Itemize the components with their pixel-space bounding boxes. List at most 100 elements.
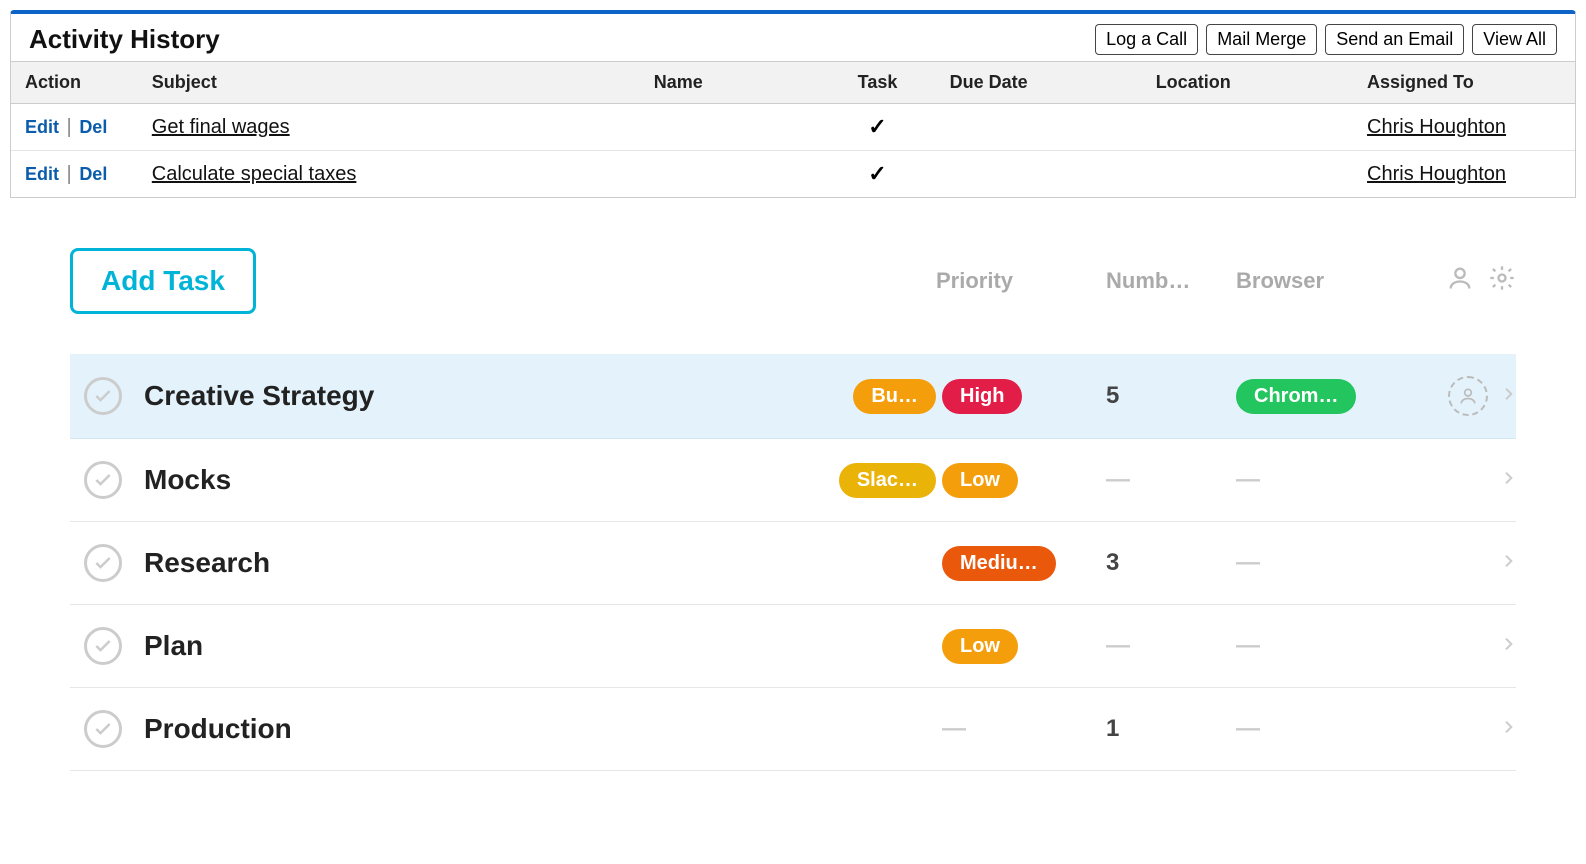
- task-column-headers: Priority Numb… Browser: [936, 264, 1516, 298]
- activity-history-header: Activity History Log a Call Mail Merge S…: [11, 14, 1575, 61]
- browser-cell: —: [1236, 549, 1426, 577]
- task-list-header: Add Task Priority Numb… Browser: [70, 248, 1516, 354]
- location-cell: [1142, 151, 1353, 198]
- empty-dash: —: [1236, 549, 1260, 577]
- assignee-link[interactable]: Chris Houghton: [1367, 116, 1506, 138]
- browser-cell: —: [1236, 715, 1426, 743]
- col-action: Action: [11, 62, 138, 104]
- name-cell: [640, 104, 820, 151]
- log-a-call-button[interactable]: Log a Call: [1095, 24, 1198, 55]
- priority-cell: —: [936, 715, 1106, 743]
- priority-cell: Low: [936, 463, 1106, 498]
- complete-toggle[interactable]: [84, 627, 122, 665]
- task-title[interactable]: Plan: [144, 630, 816, 662]
- empty-dash: —: [942, 715, 966, 743]
- chevron-right-icon[interactable]: [1500, 470, 1516, 491]
- row-end: [1426, 553, 1516, 574]
- task-title[interactable]: Research: [144, 547, 816, 579]
- task-list-panel: Add Task Priority Numb… Browser Creative…: [10, 248, 1576, 771]
- gear-icon[interactable]: [1488, 264, 1516, 298]
- panel-actions: Log a Call Mail Merge Send an Email View…: [1095, 24, 1557, 55]
- add-task-button[interactable]: Add Task: [70, 248, 256, 314]
- chevron-right-icon[interactable]: [1500, 386, 1516, 407]
- empty-dash: —: [1236, 632, 1260, 660]
- chevron-right-icon[interactable]: [1500, 636, 1516, 657]
- tag-pill[interactable]: Bu…: [853, 379, 936, 414]
- task-title[interactable]: Mocks: [144, 464, 816, 496]
- col-task: Task: [819, 62, 935, 104]
- row-end: [1426, 719, 1516, 740]
- check-icon: ✓: [833, 161, 921, 187]
- check-icon: ✓: [833, 114, 921, 140]
- number-cell: 5: [1106, 382, 1236, 410]
- priority-cell: Low: [936, 629, 1106, 664]
- task-row[interactable]: Plan Low — —: [70, 605, 1516, 688]
- due-date-cell: [936, 151, 1142, 198]
- priority-pill[interactable]: Mediu…: [942, 546, 1056, 581]
- task-row[interactable]: Creative Strategy Bu…High 5Chrom…: [70, 354, 1516, 439]
- task-tag-cell: Bu…: [816, 379, 936, 414]
- task-row[interactable]: Research Mediu… 3—: [70, 522, 1516, 605]
- send-an-email-button[interactable]: Send an Email: [1325, 24, 1464, 55]
- empty-dash: —: [1106, 632, 1130, 659]
- separator: |: [61, 116, 77, 138]
- header-priority[interactable]: Priority: [936, 268, 1106, 294]
- person-icon[interactable]: [1446, 264, 1474, 298]
- priority-pill[interactable]: Low: [942, 463, 1018, 498]
- col-assigned: Assigned To: [1353, 62, 1575, 104]
- separator: |: [61, 163, 77, 185]
- edit-link[interactable]: Edit: [25, 117, 59, 137]
- chevron-right-icon[interactable]: [1500, 719, 1516, 740]
- task-title[interactable]: Production: [144, 713, 816, 745]
- task-row[interactable]: Mocks Slac…Low — —: [70, 439, 1516, 522]
- task-row[interactable]: Production—1—: [70, 688, 1516, 771]
- number-cell: —: [1106, 632, 1236, 660]
- browser-pill[interactable]: Chrom…: [1236, 379, 1356, 414]
- col-location: Location: [1142, 62, 1353, 104]
- delete-link[interactable]: Del: [79, 117, 107, 137]
- number-cell: 3: [1106, 549, 1236, 577]
- edit-link[interactable]: Edit: [25, 164, 59, 184]
- browser-cell: —: [1236, 632, 1426, 660]
- activity-history-table: Action Subject Name Task Due Date Locati…: [11, 61, 1575, 197]
- assignee-placeholder-icon[interactable]: [1448, 376, 1488, 416]
- complete-toggle[interactable]: [84, 461, 122, 499]
- panel-title: Activity History: [29, 24, 220, 55]
- view-all-button[interactable]: View All: [1472, 24, 1557, 55]
- col-name: Name: [640, 62, 820, 104]
- header-browser[interactable]: Browser: [1236, 268, 1426, 294]
- priority-pill[interactable]: High: [942, 379, 1022, 414]
- col-due-date: Due Date: [936, 62, 1142, 104]
- delete-link[interactable]: Del: [79, 164, 107, 184]
- task-title[interactable]: Creative Strategy: [144, 380, 816, 412]
- number-cell: 1: [1106, 715, 1236, 743]
- location-cell: [1142, 104, 1353, 151]
- task-tag-cell: Slac…: [816, 463, 936, 498]
- tag-pill[interactable]: Slac…: [839, 463, 936, 498]
- number-cell: —: [1106, 466, 1236, 494]
- empty-dash: —: [1236, 715, 1260, 743]
- header-number[interactable]: Numb…: [1106, 268, 1236, 294]
- complete-toggle[interactable]: [84, 377, 122, 415]
- row-end: [1426, 470, 1516, 491]
- table-row: Edit | Del Get final wages ✓ Chris Houghton: [11, 104, 1575, 151]
- priority-cell: High: [936, 379, 1106, 414]
- empty-dash: —: [1106, 466, 1130, 493]
- row-end: [1426, 636, 1516, 657]
- assignee-link[interactable]: Chris Houghton: [1367, 163, 1506, 185]
- chevron-right-icon[interactable]: [1500, 553, 1516, 574]
- activity-history-panel: Activity History Log a Call Mail Merge S…: [10, 10, 1576, 198]
- mail-merge-button[interactable]: Mail Merge: [1206, 24, 1317, 55]
- subject-link[interactable]: Get final wages: [152, 116, 290, 138]
- col-subject: Subject: [138, 62, 640, 104]
- subject-link[interactable]: Calculate special taxes: [152, 163, 357, 185]
- due-date-cell: [936, 104, 1142, 151]
- browser-cell: Chrom…: [1236, 379, 1426, 414]
- browser-cell: —: [1236, 466, 1426, 494]
- table-row: Edit | Del Calculate special taxes ✓ Chris …: [11, 151, 1575, 198]
- empty-dash: —: [1236, 466, 1260, 494]
- priority-pill[interactable]: Low: [942, 629, 1018, 664]
- complete-toggle[interactable]: [84, 544, 122, 582]
- row-end: [1426, 376, 1516, 416]
- complete-toggle[interactable]: [84, 710, 122, 748]
